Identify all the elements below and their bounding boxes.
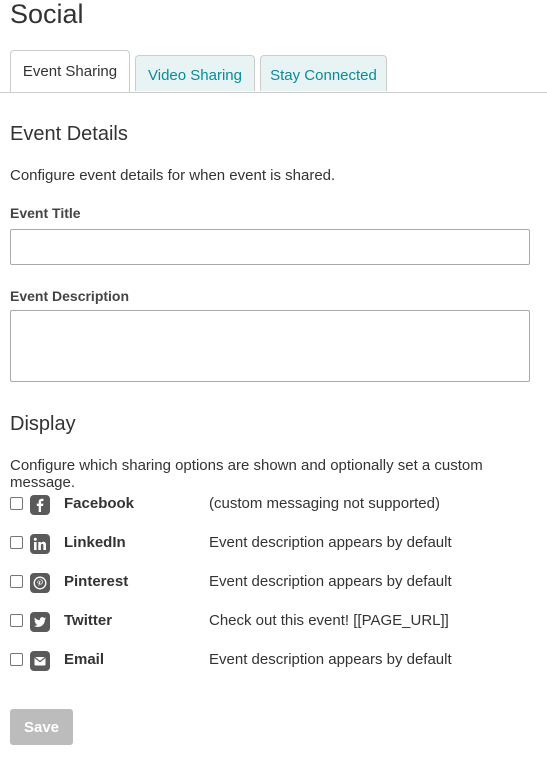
pinterest-message: Event description appears by default	[209, 573, 452, 590]
facebook-icon	[30, 495, 50, 515]
event-title-input[interactable]	[10, 229, 530, 265]
event-description-label: Event Description	[10, 288, 130, 304]
share-option-email: Email Event description appears by defau…	[10, 651, 540, 673]
email-message: Event description appears by default	[209, 651, 452, 668]
pinterest-checkbox[interactable]	[10, 575, 23, 588]
facebook-label: Facebook	[64, 495, 135, 512]
tab-stay-connected[interactable]: Stay Connected	[260, 55, 387, 91]
share-option-facebook: Facebook (custom messaging not supported…	[10, 495, 540, 517]
event-title-label: Event Title	[10, 205, 81, 221]
email-label: Email	[64, 651, 105, 668]
facebook-checkbox[interactable]	[10, 497, 23, 510]
share-option-twitter: Twitter Check out this event! [[PAGE_URL…	[10, 612, 540, 634]
email-icon	[30, 651, 50, 671]
page-title: Social	[10, 0, 84, 29]
tab-event-sharing[interactable]: Event Sharing	[10, 50, 130, 92]
linkedin-message: Event description appears by default	[209, 534, 452, 551]
display-description: Configure which sharing options are show…	[10, 457, 483, 491]
display-heading: Display	[10, 413, 76, 435]
twitter-icon	[30, 612, 50, 632]
twitter-checkbox[interactable]	[10, 614, 23, 627]
event-details-heading: Event Details	[10, 123, 128, 145]
pinterest-label: Pinterest	[64, 573, 129, 590]
email-checkbox[interactable]	[10, 653, 23, 666]
tab-video-sharing[interactable]: Video Sharing	[135, 55, 255, 91]
linkedin-icon	[30, 534, 50, 554]
twitter-label: Twitter	[64, 612, 113, 629]
linkedin-checkbox[interactable]	[10, 536, 23, 549]
linkedin-label: LinkedIn	[64, 534, 126, 551]
pinterest-icon	[30, 573, 50, 593]
event-description-textarea[interactable]	[10, 310, 530, 382]
share-option-linkedin: LinkedIn Event description appears by de…	[10, 534, 540, 556]
event-details-description: Configure event details for when event i…	[10, 167, 336, 184]
tab-bar: Event Sharing Video Sharing Stay Connect…	[0, 50, 547, 93]
share-option-pinterest: Pinterest Event description appears by d…	[10, 573, 540, 595]
twitter-message: Check out this event! [[PAGE_URL]]	[209, 612, 449, 629]
save-button[interactable]: Save	[10, 709, 73, 745]
facebook-message: (custom messaging not supported)	[209, 495, 440, 512]
